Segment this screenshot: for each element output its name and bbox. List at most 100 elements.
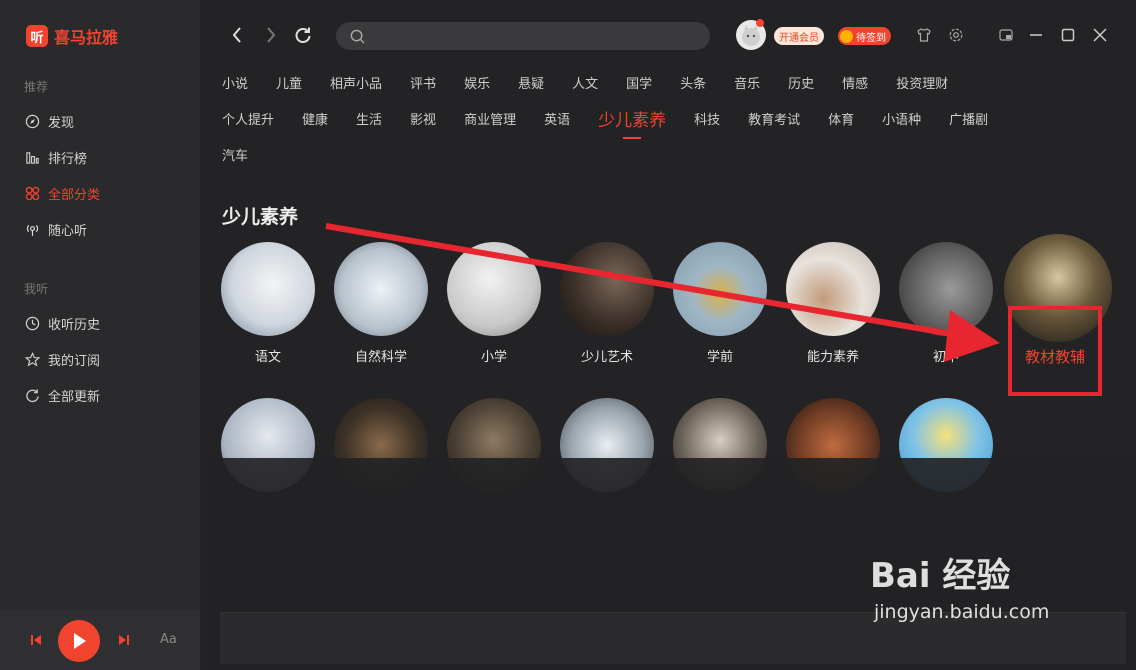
subcategory-item[interactable]: 小学 xyxy=(446,242,542,365)
category-tab[interactable]: 头条 xyxy=(680,73,706,92)
checkin-button[interactable]: 待签到 xyxy=(838,27,891,45)
category-row: 小说 儿童 相声小品 评书 娱乐 悬疑 人文 国学 头条 音乐 历史 情感 投资理财 xyxy=(222,64,1102,100)
sidebar-item-history[interactable]: 收听历史 xyxy=(24,314,100,333)
category-row: 个人提升 健康 生活 影视 商业管理 英语 少儿素养 科技 教育考试 体育 小语种 广播剧 xyxy=(222,100,1102,139)
category-tab[interactable]: 生活 xyxy=(356,109,382,128)
section-recommend: 推荐 xyxy=(24,80,49,94)
play-button[interactable] xyxy=(58,620,100,662)
app-window: 听 喜马拉雅 推荐 发现 排行榜 全部分类 随心听 我听 收听历史 我的订阅 全… xyxy=(0,0,1136,670)
category-tab[interactable]: 广播剧 xyxy=(949,109,988,128)
sidebar-item-label: 随心听 xyxy=(48,224,88,239)
category-tab[interactable]: 国学 xyxy=(626,73,652,92)
category-tab[interactable]: 悬疑 xyxy=(518,73,544,92)
category-tab[interactable]: 影视 xyxy=(410,109,436,128)
watermark: Bai 经验 jingyan.baidu.com xyxy=(870,548,1049,623)
subcategory-label: 小学 xyxy=(480,350,507,365)
sidebar-item-ranking[interactable]: 排行榜 xyxy=(24,148,87,167)
play-icon xyxy=(74,633,86,649)
sidebar-item-subscriptions[interactable]: 我的订阅 xyxy=(24,350,100,369)
category-tab[interactable]: 教育考试 xyxy=(748,109,800,128)
category-tab[interactable]: 投资理财 xyxy=(896,73,948,92)
subcategory-item[interactable]: 自然科学 xyxy=(333,242,429,365)
category-tab[interactable]: 情感 xyxy=(842,73,868,92)
skin-icon[interactable] xyxy=(914,25,934,45)
search-input[interactable] xyxy=(373,28,693,44)
sidebar-item-label: 排行榜 xyxy=(48,152,88,167)
refresh-icon[interactable] xyxy=(290,22,316,48)
bar-chart-icon xyxy=(24,150,40,166)
minimize-icon[interactable] xyxy=(1026,25,1046,45)
category-tab[interactable]: 个人提升 xyxy=(222,109,274,128)
search-icon xyxy=(350,29,365,44)
maximize-icon[interactable] xyxy=(1058,25,1078,45)
forward-icon[interactable] xyxy=(258,22,284,48)
sidebar-item-updates[interactable]: 全部更新 xyxy=(24,386,100,405)
subcategory-label: 语文 xyxy=(254,350,281,365)
subcategory-label: 学前 xyxy=(706,350,733,365)
subcategory-image xyxy=(899,242,993,336)
sidebar-item-discover[interactable]: 发现 xyxy=(24,112,74,131)
subcategory-item[interactable]: 能力素养 xyxy=(785,242,881,365)
subcategory-item[interactable]: 学前 xyxy=(672,242,768,365)
subcategory-item[interactable]: 语文 xyxy=(220,242,316,365)
category-tab[interactable]: 科技 xyxy=(694,109,720,128)
category-tab[interactable]: 儿童 xyxy=(276,73,302,92)
vip-button[interactable]: 开通会员 xyxy=(774,27,824,45)
category-tab[interactable]: 音乐 xyxy=(734,73,760,92)
category-tab[interactable]: 小说 xyxy=(222,73,248,92)
checkin-label: 待签到 xyxy=(856,32,886,44)
close-icon[interactable] xyxy=(1090,25,1110,45)
notification-dot xyxy=(756,19,764,27)
sidebar-item-label: 我的订阅 xyxy=(48,354,101,369)
subcategory-item[interactable]: 初中 xyxy=(898,242,994,365)
mini-mode-icon[interactable] xyxy=(996,25,1016,45)
clock-icon xyxy=(24,316,40,332)
category-tab[interactable]: 历史 xyxy=(788,73,814,92)
logo-text: 喜马拉雅 xyxy=(54,28,119,47)
subcategory-image xyxy=(334,242,428,336)
category-tabs: 小说 儿童 相声小品 评书 娱乐 悬疑 人文 国学 头条 音乐 历史 情感 投资理财 个人提升 健康 生活 影… xyxy=(222,64,1102,172)
category-tab[interactable]: 体育 xyxy=(828,109,854,128)
category-tab[interactable]: 汽车 xyxy=(222,145,248,164)
category-tab[interactable]: 健康 xyxy=(302,109,328,128)
next-icon[interactable] xyxy=(110,626,138,654)
section-title: 少儿素养 xyxy=(222,206,299,228)
player-bar xyxy=(0,610,210,670)
highlighted-subcategory-label: 教材教辅 xyxy=(1024,347,1085,366)
highlight-box[interactable]: 教材教辅 xyxy=(1008,306,1102,396)
subcategory-image xyxy=(560,242,654,336)
category-tab[interactable]: 人文 xyxy=(572,73,598,92)
category-tab[interactable]: 相声小品 xyxy=(330,73,382,92)
settings-icon[interactable] xyxy=(946,25,966,45)
back-icon[interactable] xyxy=(224,22,250,48)
refresh-icon xyxy=(24,388,40,404)
watermark-sub: jingyan.baidu.com xyxy=(874,601,1050,623)
category-tab[interactable]: 娱乐 xyxy=(464,73,490,92)
compass-icon xyxy=(24,114,40,130)
category-tab[interactable]: 商业管理 xyxy=(464,109,516,128)
category-tab[interactable]: 少儿素养 xyxy=(598,106,666,139)
subcategory-label: 初中 xyxy=(932,350,959,365)
logo[interactable]: 听 喜马拉雅 xyxy=(26,24,118,48)
sidebar-item-all-categories[interactable]: 全部分类 xyxy=(24,184,100,203)
category-tab[interactable]: 评书 xyxy=(410,73,436,92)
subcategory-image xyxy=(447,242,541,336)
font-size-toggle[interactable]: Aa xyxy=(160,632,177,647)
category-row: 汽车 xyxy=(222,136,1102,172)
sidebar-item-random-listen[interactable]: 随心听 xyxy=(24,220,87,239)
category-tab[interactable]: 英语 xyxy=(544,109,570,128)
category-tab[interactable]: 小语种 xyxy=(882,109,921,128)
subcategory-item[interactable]: 少儿艺术 xyxy=(559,242,655,365)
star-icon xyxy=(24,352,40,368)
watermark-main: Bai 经验 xyxy=(870,556,1011,596)
subcategory-image xyxy=(221,242,315,336)
previous-icon[interactable] xyxy=(22,626,50,654)
search-box[interactable] xyxy=(336,22,710,50)
sidebar-item-label: 全部分类 xyxy=(48,188,101,203)
subcategory-label: 能力素养 xyxy=(806,350,859,365)
coin-icon xyxy=(840,29,853,43)
grid-icon xyxy=(24,186,40,202)
sidebar-item-label: 发现 xyxy=(48,116,75,131)
subcategory-image xyxy=(786,242,880,336)
subcategory-label: 自然科学 xyxy=(354,350,407,365)
